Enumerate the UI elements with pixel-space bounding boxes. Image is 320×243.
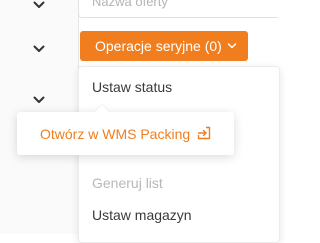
chevron-down-icon[interactable] (32, 95, 46, 105)
chevron-down-icon[interactable] (32, 0, 46, 10)
chevron-down-icon[interactable] (32, 44, 46, 54)
external-link-icon (197, 126, 211, 140)
serial-operations-button[interactable]: Operacje seryjne (0) (80, 31, 248, 61)
open-in-wms-packing-option[interactable]: Otwórz w WMS Packing (17, 104, 234, 155)
menu-item-set-status[interactable]: Ustaw status (92, 79, 172, 95)
menu-item-set-warehouse[interactable]: Ustaw magazyn (92, 207, 192, 223)
serial-operations-label: Operacje seryjne (0) (95, 38, 222, 54)
search-input[interactable]: Nazwa oferty (78, 0, 278, 18)
chevron-down-icon (227, 41, 237, 51)
open-in-wms-packing-label: Otwórz w WMS Packing (40, 125, 191, 142)
menu-item-generate-label: Generuj list (92, 175, 163, 191)
